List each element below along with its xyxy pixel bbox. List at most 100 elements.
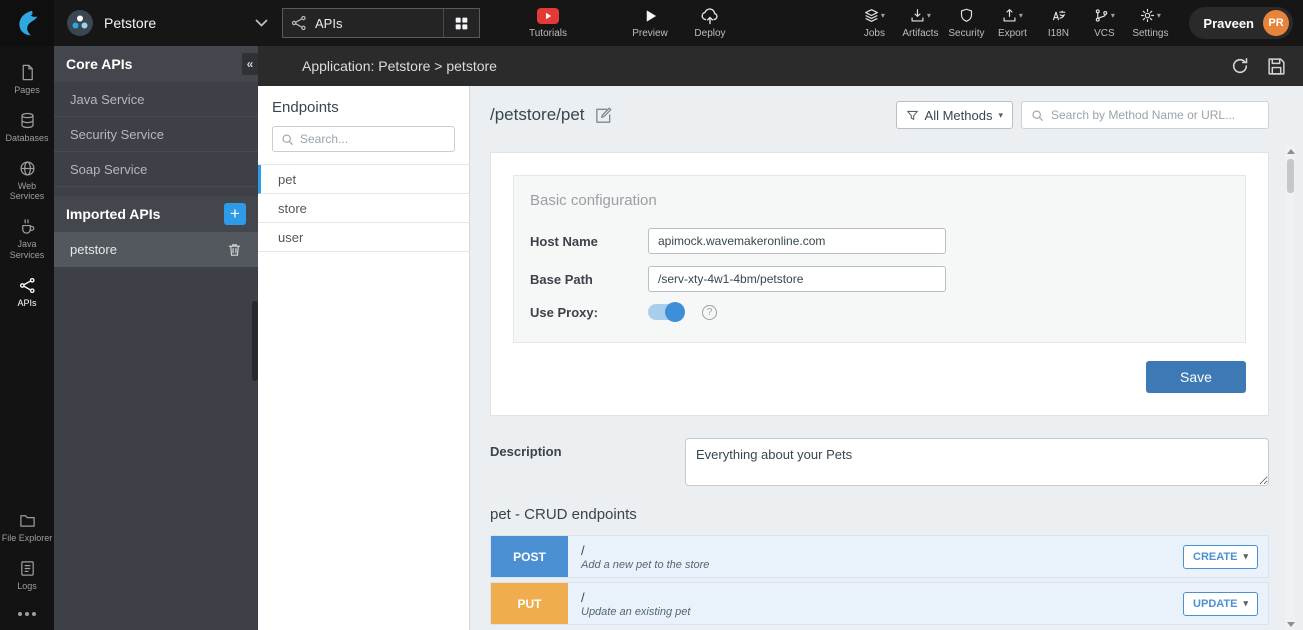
sidebar-item-soap-service[interactable]: Soap Service — [54, 152, 258, 187]
delete-icon[interactable] — [227, 242, 242, 257]
action-label: UPDATE — [1193, 598, 1237, 610]
download-icon — [910, 8, 925, 23]
git-branch-icon — [1094, 8, 1109, 23]
sidebar-item-security-service[interactable]: Security Service — [54, 117, 258, 152]
endpoint-item-store[interactable]: store — [258, 194, 469, 223]
cloud-upload-icon — [700, 8, 720, 24]
methods-filter-value: All Methods — [925, 108, 993, 123]
rail-label: Logs — [17, 581, 37, 592]
endpoint-label: user — [278, 230, 303, 245]
rail-item-logs[interactable]: Logs — [0, 552, 54, 600]
edit-icon[interactable] — [594, 106, 613, 125]
endpoints-search[interactable] — [272, 126, 455, 152]
item-label: Java Service — [70, 92, 144, 107]
workspace-selector[interactable]: APIs — [282, 8, 480, 38]
help-icon[interactable]: ? — [702, 305, 717, 320]
chevron-down-icon: ▾ — [1111, 12, 1115, 20]
tutorials-button[interactable]: Tutorials — [520, 8, 576, 39]
layers-icon — [864, 8, 879, 23]
main-scrollbar[interactable] — [1286, 146, 1295, 630]
endpoint-description: Add a new pet to the store — [581, 559, 709, 571]
imported-apis-title: Imported APIs — [66, 206, 160, 222]
coffee-icon — [19, 218, 36, 235]
methods-filter-dropdown[interactable]: All Methods ▾ — [896, 101, 1013, 129]
chevron-down-icon: ▾ — [1157, 12, 1161, 20]
endpoint-item-pet[interactable]: pet — [258, 165, 469, 194]
play-icon — [643, 8, 658, 24]
collapse-sidebar-icon[interactable]: « — [242, 53, 258, 75]
method-search[interactable] — [1021, 101, 1269, 129]
base-path-input[interactable] — [648, 266, 946, 292]
refresh-icon[interactable] — [1230, 56, 1250, 76]
endpoint-path: / — [581, 543, 709, 558]
shield-icon — [959, 8, 974, 23]
endpoints-search-input[interactable] — [300, 132, 446, 146]
rail-item-file-explorer[interactable]: File Explorer — [0, 504, 54, 552]
crud-heading: pet - CRUD endpoints — [490, 506, 1269, 523]
description-label: Description — [490, 438, 685, 486]
jobs-button[interactable]: ▾ Jobs — [851, 8, 897, 39]
more-options-icon[interactable] — [18, 600, 36, 630]
i18n-button[interactable]: I18N — [1035, 8, 1081, 39]
artifacts-button[interactable]: ▾ Artifacts — [897, 8, 943, 39]
rail-label: Pages — [14, 85, 40, 96]
method-search-input[interactable] — [1051, 108, 1259, 122]
rail-item-web-services[interactable]: Web Services — [0, 152, 54, 211]
wavemaker-logo-icon[interactable] — [0, 0, 54, 46]
scrollbar-thumb[interactable] — [1287, 159, 1294, 193]
tutorials-label: Tutorials — [529, 28, 567, 39]
apps-grid-icon[interactable] — [443, 9, 479, 37]
export-label: Export — [998, 28, 1027, 39]
endpoints-title: Endpoints — [258, 86, 469, 126]
upload-icon — [1002, 8, 1017, 23]
rail-item-databases[interactable]: Databases — [0, 104, 54, 152]
chevron-down-icon: ▾ — [927, 12, 931, 20]
artifacts-label: Artifacts — [902, 28, 938, 39]
security-button[interactable]: Security — [943, 8, 989, 39]
search-icon — [1031, 109, 1044, 122]
save-button[interactable]: Save — [1146, 361, 1246, 393]
update-action-button[interactable]: UPDATE▾ — [1183, 592, 1258, 616]
rail-label: Web Services — [1, 181, 53, 203]
imported-apis-header: Imported APIs + — [54, 196, 258, 232]
method-badge: POST — [491, 536, 568, 577]
deploy-button[interactable]: Deploy — [682, 8, 738, 39]
rail-item-pages[interactable]: Pages — [0, 56, 54, 104]
create-action-button[interactable]: CREATE▾ — [1183, 545, 1258, 569]
deploy-label: Deploy — [694, 28, 725, 39]
export-button[interactable]: ▾ Export — [989, 8, 1035, 39]
rail-item-java-services[interactable]: Java Services — [0, 210, 54, 269]
scroll-down-icon[interactable] — [1287, 622, 1295, 627]
host-name-input[interactable] — [648, 228, 946, 254]
endpoint-item-user[interactable]: user — [258, 223, 469, 252]
save-file-icon[interactable] — [1266, 56, 1287, 77]
core-apis-header: Core APIs « — [54, 46, 258, 82]
preview-button[interactable]: Preview — [622, 8, 678, 39]
user-menu[interactable]: Praveen PR — [1189, 7, 1293, 39]
toggle-knob — [665, 302, 685, 322]
scroll-up-icon[interactable] — [1287, 149, 1295, 154]
add-api-button[interactable]: + — [224, 203, 246, 225]
vcs-button[interactable]: ▾ VCS — [1081, 8, 1127, 39]
use-proxy-toggle[interactable] — [648, 304, 684, 320]
project-selector[interactable]: Petstore — [54, 9, 268, 37]
chevron-down-icon: ▾ — [1243, 551, 1248, 562]
top-bar: Petstore APIs Tutorials Preview — [0, 0, 1303, 46]
app-window: Petstore APIs Tutorials Preview — [0, 0, 1303, 630]
endpoint-row-post[interactable]: POST / Add a new pet to the store CREATE… — [490, 535, 1269, 578]
rail-item-apis[interactable]: APIs — [0, 269, 54, 317]
database-icon — [19, 112, 36, 129]
settings-button[interactable]: ▾ Settings — [1127, 8, 1173, 39]
method-badge: PUT — [491, 583, 568, 624]
sidebar-item-petstore[interactable]: petstore — [54, 232, 258, 267]
description-textarea[interactable]: Everything about your Pets — [685, 438, 1269, 486]
security-label: Security — [948, 28, 984, 39]
left-rail: Pages Databases Web Services Java Servic… — [0, 46, 54, 630]
main-panel: /petstore/pet All Methods ▾ — [470, 86, 1303, 630]
endpoint-row-put[interactable]: PUT / Update an existing pet UPDATE▾ — [490, 582, 1269, 625]
page-icon — [19, 64, 36, 81]
endpoint-label: store — [278, 201, 307, 216]
sidebar-scrollbar-thumb[interactable] — [252, 301, 258, 381]
rail-label: APIs — [17, 298, 36, 309]
sidebar-item-java-service[interactable]: Java Service — [54, 82, 258, 117]
